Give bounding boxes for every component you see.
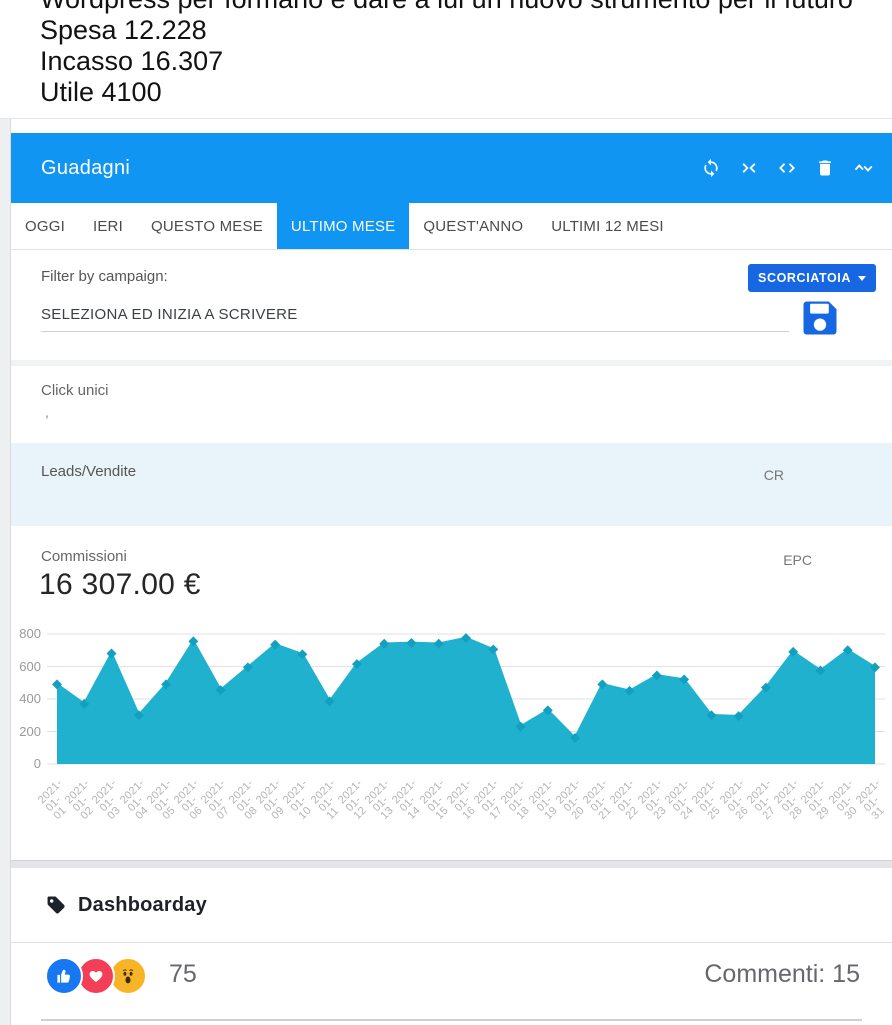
tab-quest-anno[interactable]: QUEST'ANNO [409, 203, 537, 249]
cr-label: CR [764, 467, 784, 483]
post-line-clipped: Wordpress per formarlo e dare a lui un n… [40, 0, 882, 15]
tab-ultimo-mese[interactable]: ULTIMO MESE [277, 203, 409, 249]
chart-y-axis: 0 200 400 600 800 [11, 626, 43, 774]
y-tick-label: 200 [19, 724, 41, 739]
earnings-chart: 0 200 400 600 800 2021- 01- 012021- 01- 0220… [11, 626, 892, 858]
earnings-chart-svg [47, 626, 885, 774]
filter-label: Filter by campaign: [41, 268, 168, 285]
period-tabs: OGGI IERI QUESTO MESE ULTIMO MESE QUEST'… [11, 203, 892, 250]
campaign-filter-input[interactable] [41, 302, 789, 332]
reaction-icons[interactable] [45, 957, 141, 995]
reactions-bar: 75 Commenti: 15 [11, 942, 892, 1025]
tag-label[interactable]: Dashboarday [78, 894, 207, 917]
epc-label: EPC [783, 552, 812, 568]
tab-oggi[interactable]: OGGI [11, 203, 79, 249]
collapse-expand-icon[interactable] [852, 157, 874, 179]
chart-x-axis: 2021- 01- 012021- 01- 022021- 01- 032021… [47, 776, 892, 858]
scorciatoia-label: SCORCIATOIA [758, 271, 851, 285]
commissioni-value: 16 307.00 € [39, 568, 201, 602]
tab-ieri[interactable]: IERI [79, 203, 137, 249]
scorciatoia-button[interactable]: SCORCIATOIA [748, 264, 876, 292]
leads-vendite-row: Leads/Vendite CR [11, 443, 892, 526]
y-tick-label: 600 [19, 659, 41, 674]
dashboard-widget: Guadagni [0, 118, 892, 1025]
tab-ultimi-12-mesi[interactable]: ULTIMI 12 MESI [537, 203, 678, 249]
post-line-incasso: Incasso 16.307 [40, 46, 882, 77]
y-tick-label: 800 [19, 626, 41, 641]
reactions-count[interactable]: 75 [169, 960, 197, 989]
left-gutter [0, 119, 11, 1025]
click-unici-value: , [45, 404, 49, 420]
post-text: Wordpress per formarlo e dare a lui un n… [0, 0, 892, 118]
widget-title: Guadagni [41, 157, 130, 180]
click-unici-label: Click unici [41, 382, 109, 399]
tag-bar: Dashboarday [11, 868, 892, 942]
data-point-marker [107, 649, 117, 659]
y-tick-label: 0 [34, 756, 41, 771]
commissioni-label: Commissioni [41, 548, 127, 565]
screenshot-bottom-divider [11, 860, 892, 868]
page: Wordpress per formarlo e dare a lui un n… [0, 0, 892, 1024]
chevron-down-icon [858, 276, 866, 281]
floppy-save-icon[interactable] [798, 296, 842, 340]
filter-section: Filter by campaign: SCORCIATOIA [11, 250, 892, 366]
post-line-utile: Utile 4100 [40, 77, 882, 108]
commissioni-section: Commissioni EPC 16 307.00 € 0 200 400 600 80… [11, 526, 892, 860]
bottom-divider [41, 1019, 862, 1021]
expand-width-icon[interactable] [776, 157, 798, 179]
like-reaction-icon[interactable] [45, 957, 83, 995]
collapse-width-icon[interactable] [738, 157, 760, 179]
refresh-icon[interactable] [700, 157, 722, 179]
post-line-spesa: Spesa 12.228 [40, 15, 882, 46]
delete-icon[interactable] [814, 157, 836, 179]
tab-questo-mese[interactable]: QUESTO MESE [137, 203, 277, 249]
widget-header: Guadagni [11, 133, 892, 203]
leads-vendite-label: Leads/Vendite [41, 463, 136, 480]
comments-count[interactable]: Commenti: 15 [704, 960, 860, 989]
x-tick-label: 2021- 01- 31 [825, 778, 875, 792]
y-tick-label: 400 [19, 691, 41, 706]
tag-icon [45, 894, 67, 916]
click-unici-row: Click unici , [11, 366, 892, 443]
widget-toolbar [700, 157, 874, 179]
